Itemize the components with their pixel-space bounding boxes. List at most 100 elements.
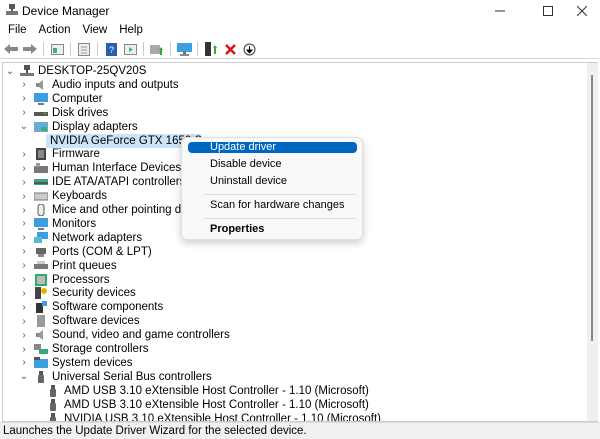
forward-button[interactable] — [22, 41, 38, 57]
tree-item[interactable]: › Network adapters — [19, 231, 142, 245]
chevron-down-icon[interactable]: ⌄ — [19, 371, 29, 382]
tree-item[interactable]: ⌄ Display adapters — [19, 120, 138, 134]
properties-icon — [78, 42, 90, 56]
chevron-right-icon[interactable]: › — [19, 149, 29, 160]
usb-icon — [50, 384, 56, 397]
update-driver-button[interactable] — [203, 41, 219, 57]
show-hide-tree-button[interactable] — [49, 41, 65, 57]
ide-icon — [34, 179, 48, 186]
help-icon: ? — [105, 42, 117, 56]
tree-item-label: Software components — [52, 301, 164, 314]
menu-item-uninstall-device[interactable]: Uninstall device — [188, 176, 357, 187]
tree-item[interactable]: › Processors — [19, 273, 110, 287]
chevron-right-icon[interactable]: › — [19, 274, 29, 285]
tree-item-label: Ports (COM & LPT) — [52, 245, 152, 258]
chevron-right-icon[interactable]: › — [19, 357, 29, 368]
menu-item-update-driver[interactable]: Update driver — [188, 142, 357, 153]
tree-item[interactable]: › Security devices — [19, 286, 136, 300]
computer-network-icon — [20, 65, 34, 76]
tree-item[interactable]: ⌄ Universal Serial Bus controllers — [19, 370, 212, 384]
chevron-right-icon[interactable]: › — [19, 205, 29, 216]
chevron-down-icon[interactable]: ⌄ — [5, 66, 15, 77]
tree-item[interactable]: › Software components — [19, 300, 163, 314]
tree-item-selected[interactable]: NVIDIA GeForce GTX 1650 SUPER — [46, 133, 201, 148]
tree-item[interactable]: › Keyboards — [19, 189, 107, 203]
tree-item[interactable]: AMD USB 3.10 eXtensible Host Controller … — [46, 384, 369, 398]
tree-item[interactable]: › System devices — [19, 356, 133, 370]
run-button[interactable] — [122, 41, 138, 57]
properties-button[interactable] — [76, 41, 92, 57]
tree-item[interactable]: › Human Interface Devices — [19, 161, 181, 175]
chevron-right-icon[interactable]: › — [19, 191, 29, 202]
chip-icon — [36, 148, 46, 161]
title-bar: Device Manager — [0, 0, 600, 22]
monitor-button[interactable] — [176, 41, 192, 57]
mouse-icon — [37, 204, 45, 216]
softdev-icon — [37, 315, 45, 328]
printer-icon — [34, 260, 48, 269]
minimize-button[interactable] — [480, 0, 520, 22]
monitor-icon — [176, 42, 192, 56]
chevron-right-icon[interactable]: › — [19, 232, 29, 243]
network-icon — [34, 231, 48, 243]
chevron-right-icon[interactable]: › — [19, 302, 29, 313]
scrollbar-thumb[interactable] — [591, 75, 593, 341]
chevron-right-icon[interactable]: › — [19, 260, 29, 271]
tree-item-label: AMD USB 3.10 eXtensible Host Controller … — [64, 398, 369, 411]
chevron-right-icon[interactable]: › — [19, 316, 29, 327]
menu-item-scan-hardware[interactable]: Scan for hardware changes — [188, 200, 357, 211]
scan-hardware-button[interactable] — [149, 41, 165, 57]
tree-item-label: Print queues — [52, 259, 117, 272]
chevron-right-icon[interactable]: › — [19, 288, 29, 299]
toolbar-separator — [197, 42, 198, 56]
run-icon — [123, 43, 137, 55]
menu-help[interactable]: Help — [113, 22, 149, 40]
disk-icon — [34, 111, 48, 116]
help-button[interactable]: ? — [103, 41, 119, 57]
chevron-right-icon[interactable]: › — [19, 177, 29, 188]
tree-item[interactable]: › Storage controllers — [19, 342, 148, 356]
tree-item[interactable]: › Computer — [19, 92, 103, 106]
menu-item-disable-device[interactable]: Disable device — [188, 159, 357, 170]
tree-item[interactable]: › IDE ATA/ATAPI controllers — [19, 175, 185, 189]
uninstall-button[interactable] — [222, 41, 238, 57]
chevron-right-icon[interactable]: › — [19, 246, 29, 257]
menu-item-properties[interactable]: Properties — [188, 224, 357, 235]
tree-item[interactable]: AMD USB 3.10 eXtensible Host Controller … — [46, 398, 369, 412]
back-button[interactable] — [3, 41, 19, 57]
tree-item[interactable]: › Monitors — [19, 217, 96, 231]
menu-action[interactable]: Action — [33, 22, 77, 40]
storage-icon — [34, 344, 48, 354]
tree-item[interactable]: › Audio inputs and outputs — [19, 78, 178, 92]
chevron-right-icon[interactable]: › — [19, 79, 29, 90]
disable-button[interactable] — [241, 41, 257, 57]
close-button[interactable] — [562, 0, 600, 22]
toolbar-separator — [97, 42, 98, 56]
tree-item[interactable]: NVIDIA USB 3.10 eXtensible Host Controll… — [46, 412, 381, 421]
menu-view[interactable]: View — [77, 22, 114, 40]
tree-item-label: Network adapters — [52, 231, 143, 244]
tree-item-label: Keyboards — [52, 190, 107, 203]
tree-item[interactable]: › Firmware — [19, 147, 100, 161]
tree-item[interactable]: › Print queues — [19, 259, 117, 273]
chevron-right-icon[interactable]: › — [19, 218, 29, 229]
chevron-down-icon[interactable]: ⌄ — [19, 121, 29, 132]
tree-item[interactable]: › Software devices — [19, 314, 140, 328]
chevron-right-icon[interactable]: › — [19, 344, 29, 355]
chevron-right-icon[interactable]: › — [19, 107, 29, 118]
device-tree[interactable]: ⌄ DESKTOP-25QV20S › Audio inputs and outp… — [2, 62, 598, 422]
chevron-right-icon[interactable]: › — [19, 330, 29, 341]
tree-item[interactable]: › Disk drives — [19, 106, 108, 120]
chevron-right-icon[interactable]: › — [19, 93, 29, 104]
toolbar-separator — [43, 42, 44, 56]
tree-root[interactable]: ⌄ DESKTOP-25QV20S — [5, 64, 146, 78]
menu-file[interactable]: File — [2, 22, 33, 40]
tree-item[interactable]: › Sound, video and game controllers — [19, 328, 229, 342]
tree-item[interactable]: › Ports (COM & LPT) — [19, 245, 152, 259]
tree-item-label: Monitors — [52, 217, 97, 230]
chevron-right-icon[interactable]: › — [19, 163, 29, 174]
menu-separator — [204, 194, 356, 195]
close-icon — [577, 6, 587, 16]
port-icon — [36, 247, 46, 257]
vertical-scrollbar[interactable] — [587, 63, 598, 421]
